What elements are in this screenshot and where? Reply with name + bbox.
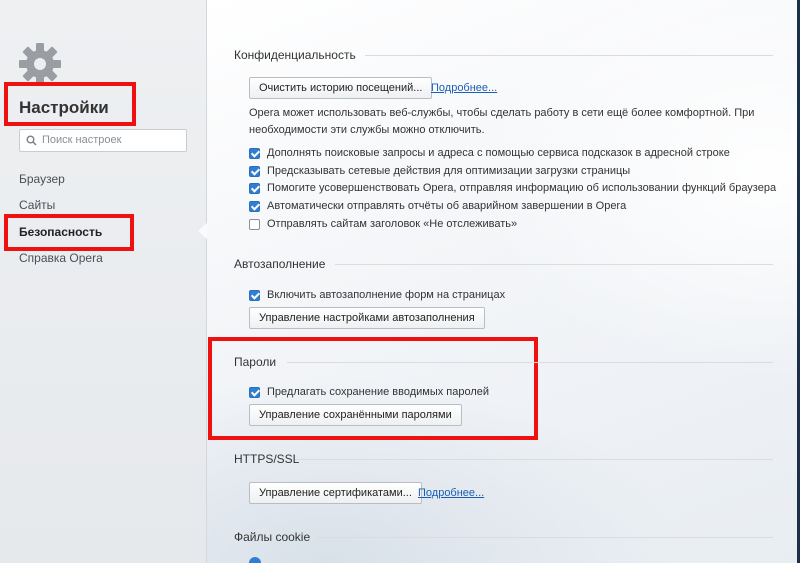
checkbox[interactable] [249, 165, 260, 177]
privacy-more-link[interactable]: Подробнее... [431, 82, 497, 94]
section-heading-autofill: Автозаполнение [234, 257, 326, 271]
settings-search[interactable] [19, 129, 187, 152]
manage-certificates-button[interactable]: Управление сертификатами... [249, 482, 422, 504]
option-predict-network[interactable]: Предсказывать сетевые действия для оптим… [249, 164, 630, 178]
sidebar-item-browser[interactable]: Браузер [19, 172, 65, 186]
gear-icon [19, 43, 61, 85]
sidebar: Настройки Браузер Сайты Безопасность Спр… [0, 0, 207, 563]
divider [365, 55, 773, 56]
checkbox[interactable] [249, 386, 260, 398]
option-enable-autofill[interactable]: Включить автозаполнение форм на страница… [249, 288, 505, 302]
section-heading-passwords: Пароли [234, 355, 277, 369]
divider [295, 459, 773, 460]
checkbox[interactable] [249, 218, 260, 230]
checkbox[interactable] [249, 147, 260, 159]
sidebar-item-security[interactable]: Безопасность [19, 225, 102, 239]
option-search-suggest[interactable]: Дополнять поисковые запросы и адреса с п… [249, 146, 730, 160]
search-icon [26, 135, 37, 146]
section-heading-cookies: Файлы cookie [234, 530, 311, 544]
sidebar-item-sites[interactable]: Сайты [19, 198, 55, 212]
clear-history-button[interactable]: Очистить историю посещений... [249, 77, 433, 99]
cookie-radio[interactable] [249, 557, 261, 563]
option-usage-stats[interactable]: Помогите усовершенствовать Opera, отправ… [249, 181, 776, 195]
option-offer-save-passwords[interactable]: Предлагать сохранение вводимых паролей [249, 385, 489, 399]
divider [287, 362, 773, 363]
manage-passwords-button[interactable]: Управление сохранёнными паролями [249, 404, 462, 426]
https-more-link[interactable]: Подробнее... [418, 487, 484, 499]
divider [335, 264, 773, 265]
manage-autofill-button[interactable]: Управление настройками автозаполнения [249, 307, 485, 329]
option-crash-reports[interactable]: Автоматически отправлять отчёты об авари… [249, 199, 626, 213]
checkbox[interactable] [249, 200, 260, 212]
privacy-description: Opera может использовать веб-службы, что… [249, 107, 755, 136]
active-pointer [198, 223, 207, 239]
divider [317, 537, 773, 538]
settings-title: Настройки [19, 98, 109, 117]
checkbox[interactable] [249, 182, 260, 194]
settings-content: Конфиденциальность Очистить историю посе… [207, 0, 800, 563]
search-input[interactable] [40, 133, 184, 147]
section-heading-https: HTTPS/SSL [234, 452, 300, 466]
section-heading-privacy: Конфиденциальность [234, 48, 356, 62]
sidebar-item-opera-help[interactable]: Справка Opera [19, 251, 103, 265]
option-do-not-track[interactable]: Отправлять сайтам заголовок «Не отслежив… [249, 217, 517, 231]
checkbox[interactable] [249, 289, 260, 301]
